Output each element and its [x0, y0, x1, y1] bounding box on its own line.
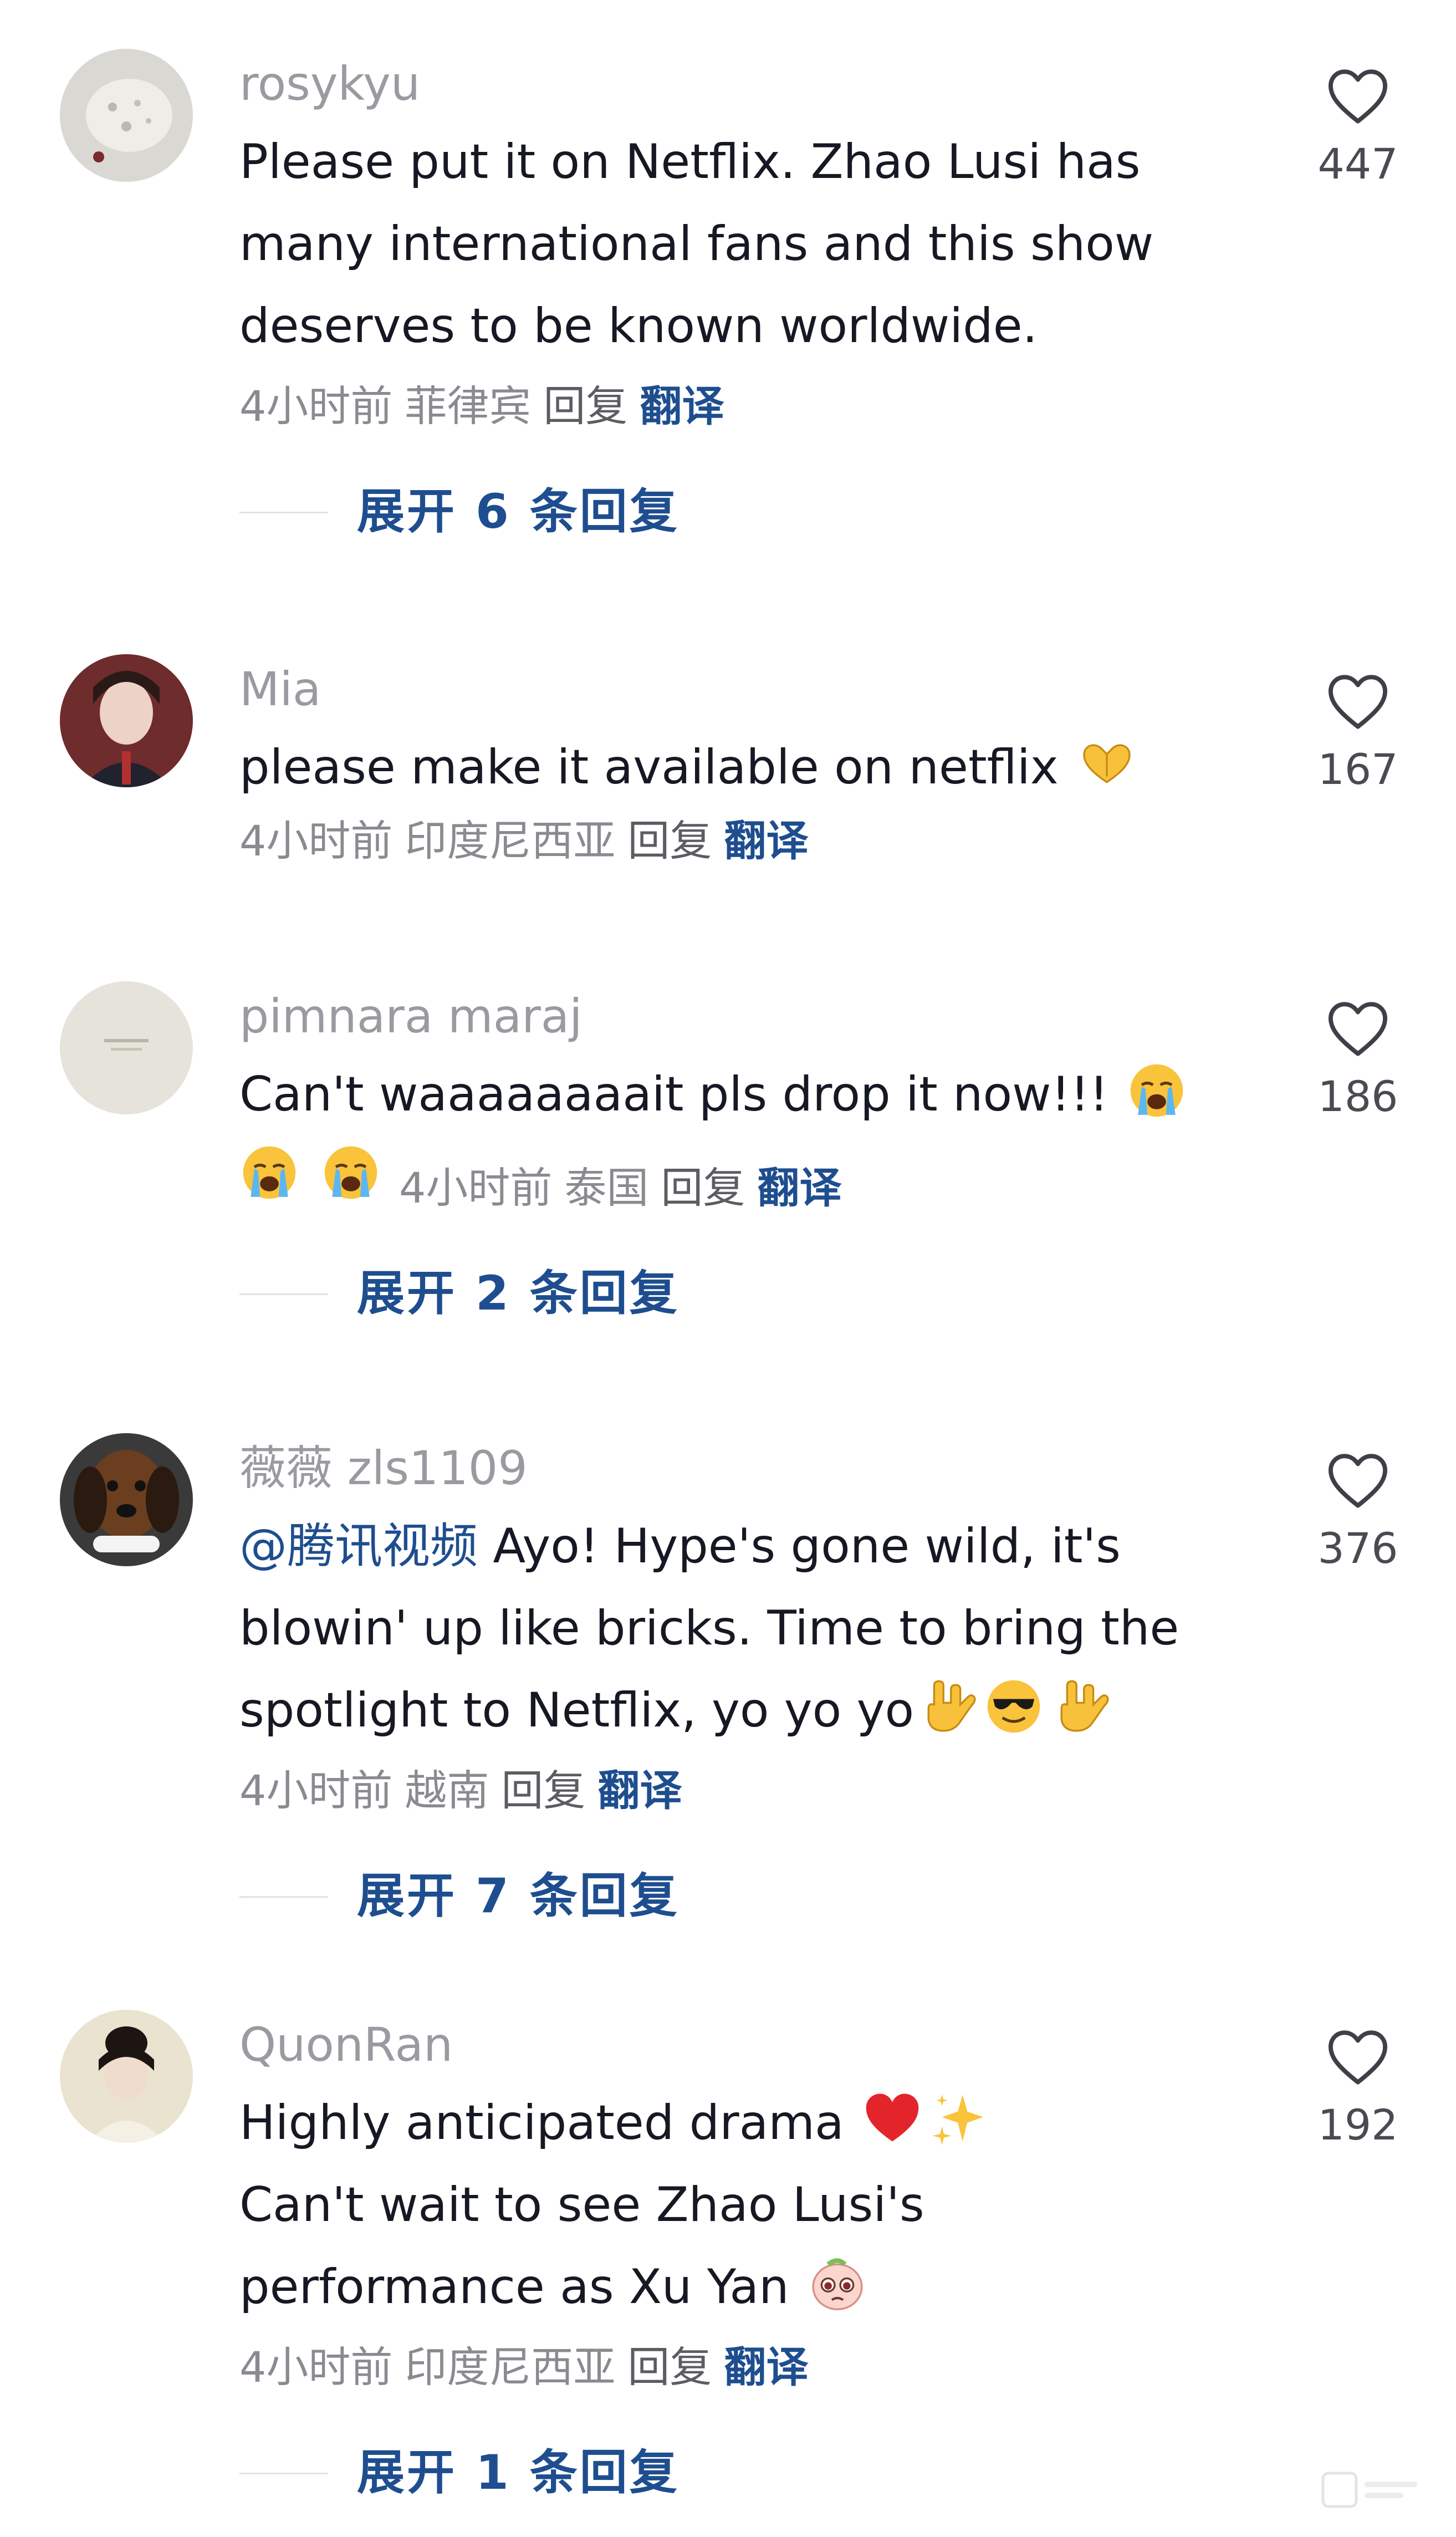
divider-line [239, 2473, 328, 2474]
username[interactable]: QuonRan [239, 2014, 453, 2075]
reply-button[interactable]: 回复 [501, 1766, 585, 1815]
reply-button[interactable]: 回复 [543, 381, 627, 431]
love-you-gesture-emoji [1050, 1677, 1110, 1736]
translate-button[interactable]: 翻译 [724, 816, 808, 865]
comment-text: @腾讯视频 Ayo! Hype's gone wild, it's blowin… [239, 1505, 1226, 1751]
heart-outline-icon [1291, 2026, 1424, 2086]
comment-text: Highly anticipated drama Can't wait to s… [239, 2082, 1226, 2328]
avatar[interactable] [60, 2010, 193, 2143]
avatar[interactable] [60, 654, 193, 787]
heart-outline-icon [1291, 1450, 1424, 1510]
username[interactable]: rosykyu [239, 53, 420, 114]
comment-text: please make it available on netflix [239, 726, 1226, 808]
avatar[interactable] [60, 49, 193, 182]
like-button[interactable]: 186 [1291, 998, 1424, 1124]
comment-meta: 4小时前 印度尼西亚 回复 翻译 [239, 2337, 820, 2398]
timestamp: 4小时前 [239, 2342, 393, 2392]
like-button[interactable]: 376 [1291, 1450, 1424, 1576]
heart-outline-icon [1291, 65, 1424, 125]
loudly-crying-face-emoji [321, 1143, 381, 1203]
love-you-gesture-emoji [917, 1677, 977, 1736]
watermark-logo [1317, 2465, 1423, 2515]
expand-replies-label: 展开 6 条回复 [357, 484, 680, 539]
like-button[interactable]: 447 [1291, 65, 1424, 192]
comment-meta: 4小时前 印度尼西亚 回复 翻译 [239, 811, 820, 872]
pleading-face-emoji [808, 2253, 867, 2313]
smiling-face-with-sunglasses-emoji [984, 1677, 1044, 1736]
divider-line [239, 1896, 328, 1898]
like-count: 376 [1317, 1524, 1398, 1573]
heart-outline-icon [1291, 998, 1424, 1058]
comment-text-line: performance as Xu Yan [239, 2259, 789, 2315]
loudly-crying-face-emoji [239, 1143, 299, 1203]
divider-line [239, 1293, 328, 1295]
translate-button[interactable]: 翻译 [640, 381, 724, 431]
timestamp: 4小时前 [239, 1766, 393, 1815]
comment-meta: 4小时前 泰国 回复 翻译 [399, 1158, 854, 1219]
comment-text-content: Can't waaaaaaaait pls drop it now!!! [239, 1067, 1108, 1122]
location: 泰国 [564, 1163, 649, 1213]
avatar[interactable] [60, 981, 193, 1114]
red-heart-emoji [862, 2089, 922, 2149]
location: 印度尼西亚 [405, 2342, 616, 2392]
username[interactable]: pimnara maraj [239, 986, 583, 1047]
avatar[interactable] [60, 1433, 193, 1566]
like-count: 192 [1317, 2100, 1398, 2149]
comment-text-content: please make it available on netflix [239, 740, 1059, 795]
comment-meta: 4小时前 越南 回复 翻译 [239, 1760, 694, 1821]
comment-text-content: Please put it on Netflix. Zhao Lusi has … [239, 134, 1154, 354]
timestamp: 4小时前 [239, 816, 393, 865]
sparkles-emoji [929, 2089, 989, 2149]
like-button[interactable]: 167 [1291, 671, 1424, 797]
username[interactable]: 薇薇 zls1109 [239, 1438, 528, 1499]
loudly-crying-face-emoji [1127, 1061, 1187, 1120]
location: 菲律宾 [405, 381, 532, 431]
reply-button[interactable]: 回复 [627, 816, 712, 865]
reply-button[interactable]: 回复 [661, 1163, 745, 1213]
expand-replies-label: 展开 1 条回复 [357, 2445, 680, 2500]
mention-link[interactable]: @腾讯视频 [239, 1519, 478, 1574]
divider-line [239, 512, 328, 513]
location: 印度尼西亚 [405, 816, 616, 865]
location: 越南 [405, 1766, 489, 1815]
username[interactable]: Mia [239, 659, 321, 720]
expand-replies-label: 展开 2 条回复 [357, 1266, 680, 1321]
expand-replies-label: 展开 7 条回复 [357, 1868, 680, 1924]
timestamp: 4小时前 [399, 1163, 553, 1213]
heart-outline-icon [1291, 671, 1424, 731]
translate-button[interactable]: 翻译 [724, 2342, 808, 2392]
translate-button[interactable]: 翻译 [597, 1766, 682, 1815]
comment-text-line: Can't wait to see Zhao Lusi's [239, 2177, 924, 2233]
timestamp: 4小时前 [239, 381, 393, 431]
like-count: 167 [1317, 745, 1398, 794]
comment-text: Please put it on Netflix. Zhao Lusi has … [239, 121, 1226, 367]
like-count: 447 [1317, 139, 1398, 189]
reply-button[interactable]: 回复 [627, 2342, 712, 2392]
translate-button[interactable]: 翻译 [757, 1163, 841, 1213]
comment-meta: 4小时前 菲律宾 回复 翻译 [239, 376, 736, 437]
like-count: 186 [1317, 1072, 1398, 1121]
comment-text-line: Highly anticipated drama [239, 2095, 844, 2151]
heart-hands-emoji [1077, 733, 1137, 793]
like-button[interactable]: 192 [1291, 2026, 1424, 2153]
